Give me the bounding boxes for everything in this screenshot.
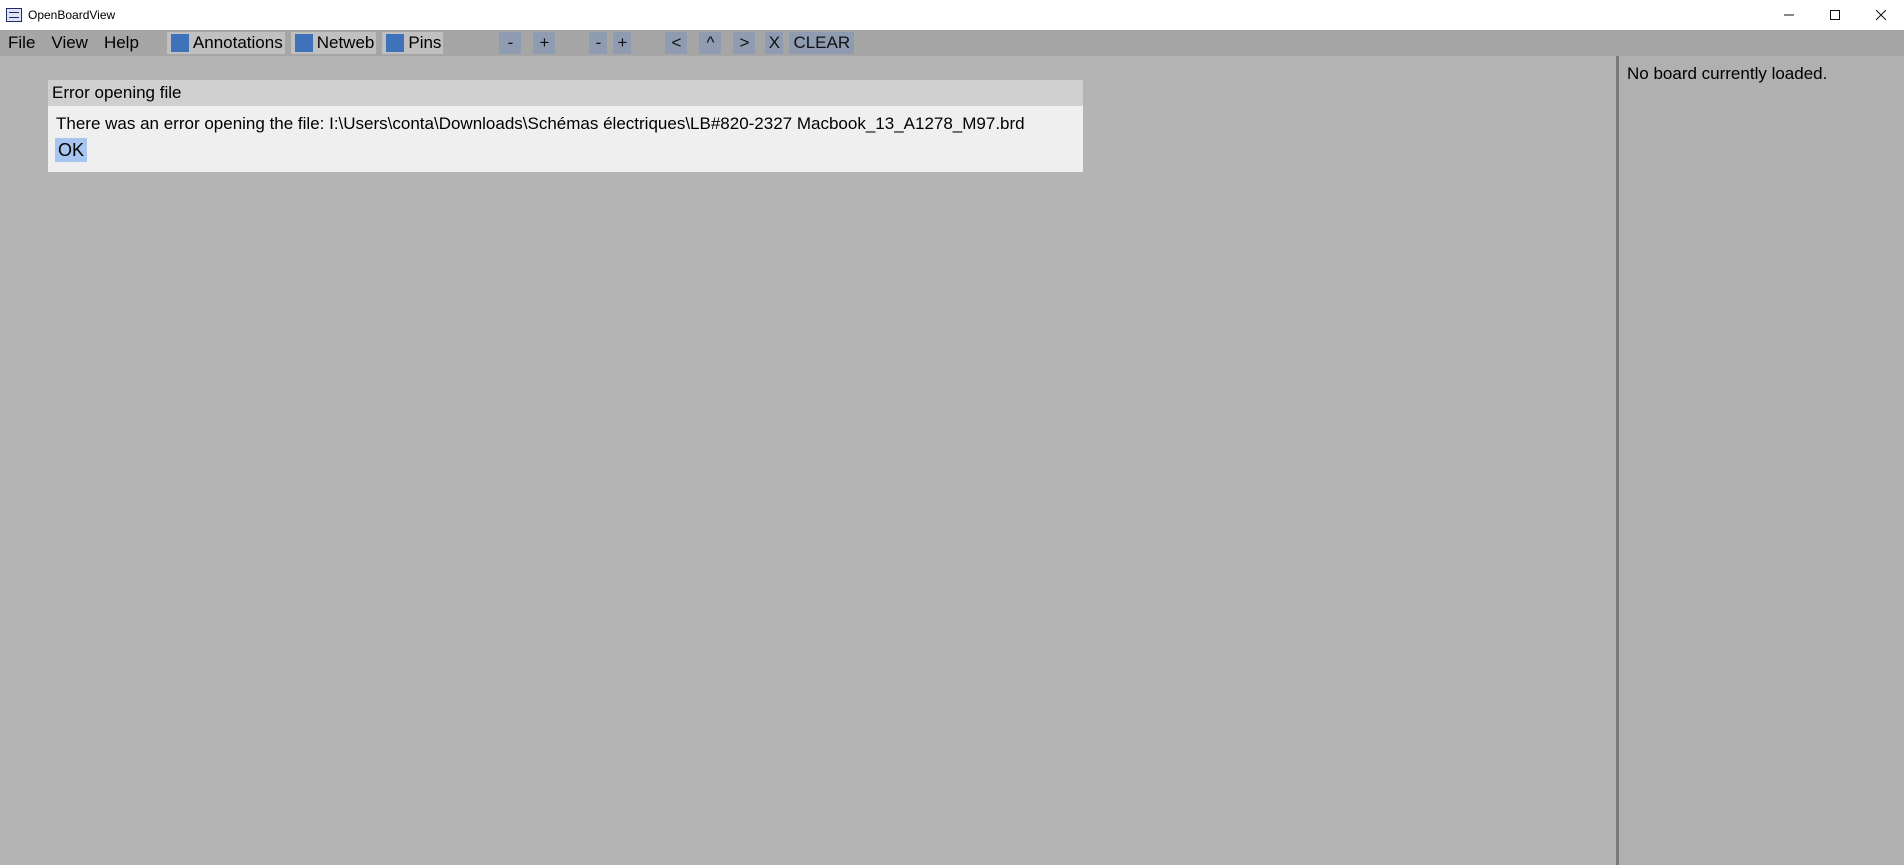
- toggle-annotations[interactable]: Annotations: [166, 32, 285, 54]
- nav-left-button[interactable]: <: [665, 32, 688, 54]
- toggle-pins[interactable]: Pins: [382, 32, 444, 54]
- window-titlebar: OpenBoardView: [0, 0, 1904, 30]
- nav-right-button[interactable]: >: [733, 32, 756, 54]
- nav-up-button[interactable]: ^: [699, 32, 722, 54]
- close-icon: [1876, 10, 1886, 20]
- rotate-plus-button[interactable]: +: [613, 32, 632, 54]
- checkbox-pins[interactable]: [386, 34, 405, 52]
- toggle-annotations-label: Annotations: [192, 33, 283, 52]
- rotate-minus-button[interactable]: -: [589, 32, 608, 54]
- menu-view[interactable]: View: [43, 30, 96, 56]
- dialog-title: Error opening file: [48, 80, 1083, 106]
- maximize-icon: [1830, 10, 1840, 20]
- error-dialog: Error opening file There was an error op…: [48, 80, 1083, 172]
- nav-x-button[interactable]: X: [765, 32, 784, 54]
- checkbox-netweb[interactable]: [294, 34, 313, 52]
- minimize-icon: [1784, 14, 1794, 16]
- menu-help[interactable]: Help: [96, 30, 147, 56]
- close-button[interactable]: [1858, 0, 1904, 30]
- dialog-body: There was an error opening the file: I:\…: [48, 106, 1083, 162]
- clear-button[interactable]: CLEAR: [789, 32, 855, 54]
- menu-file[interactable]: File: [0, 30, 43, 56]
- menubar: File View Help Annotations Netweb Pins -…: [0, 30, 1904, 56]
- toggle-pins-label: Pins: [408, 33, 442, 52]
- toggle-netweb-label: Netweb: [316, 33, 375, 52]
- ok-button[interactable]: OK: [55, 138, 88, 162]
- dialog-message: There was an error opening the file: I:\…: [56, 114, 1025, 133]
- no-board-message: No board currently loaded.: [1627, 64, 1828, 83]
- checkbox-annotations[interactable]: [170, 34, 189, 52]
- window-title: OpenBoardView: [28, 8, 116, 22]
- window-controls: [1766, 0, 1904, 30]
- zoom-in-button[interactable]: +: [533, 32, 556, 54]
- zoom-out-button[interactable]: -: [499, 32, 522, 54]
- side-panel: No board currently loaded.: [1619, 56, 1904, 865]
- minimize-button[interactable]: [1766, 0, 1812, 30]
- maximize-button[interactable]: [1812, 0, 1858, 30]
- app-icon: [6, 8, 22, 22]
- toggle-netweb[interactable]: Netweb: [290, 32, 377, 54]
